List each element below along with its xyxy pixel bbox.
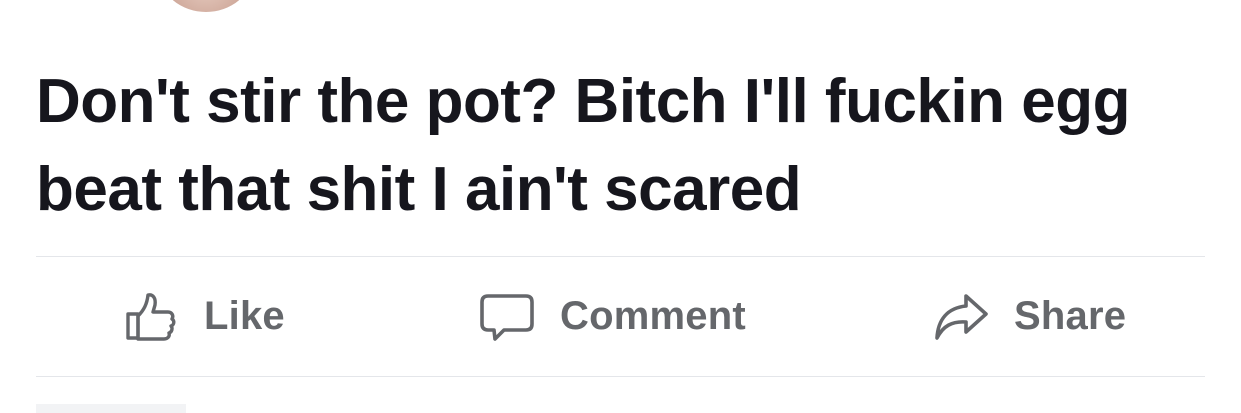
share-label: Share bbox=[1014, 294, 1127, 338]
share-button[interactable]: Share bbox=[932, 257, 1126, 376]
avatar[interactable] bbox=[160, 0, 252, 12]
post-text: Don't stir the pot? Bitch I'll fuckin eg… bbox=[36, 67, 1130, 224]
like-label: Like bbox=[204, 294, 285, 338]
comment-button[interactable]: Comment bbox=[478, 257, 746, 376]
thumbs-up-icon bbox=[122, 288, 180, 346]
share-arrow-icon bbox=[932, 288, 990, 346]
next-item-edge bbox=[36, 404, 186, 413]
action-bar: Like Comment Share bbox=[0, 257, 1241, 376]
like-button[interactable]: Like bbox=[122, 257, 285, 376]
speech-bubble-icon bbox=[478, 288, 536, 346]
comment-label: Comment bbox=[560, 294, 746, 338]
divider bbox=[36, 376, 1205, 377]
